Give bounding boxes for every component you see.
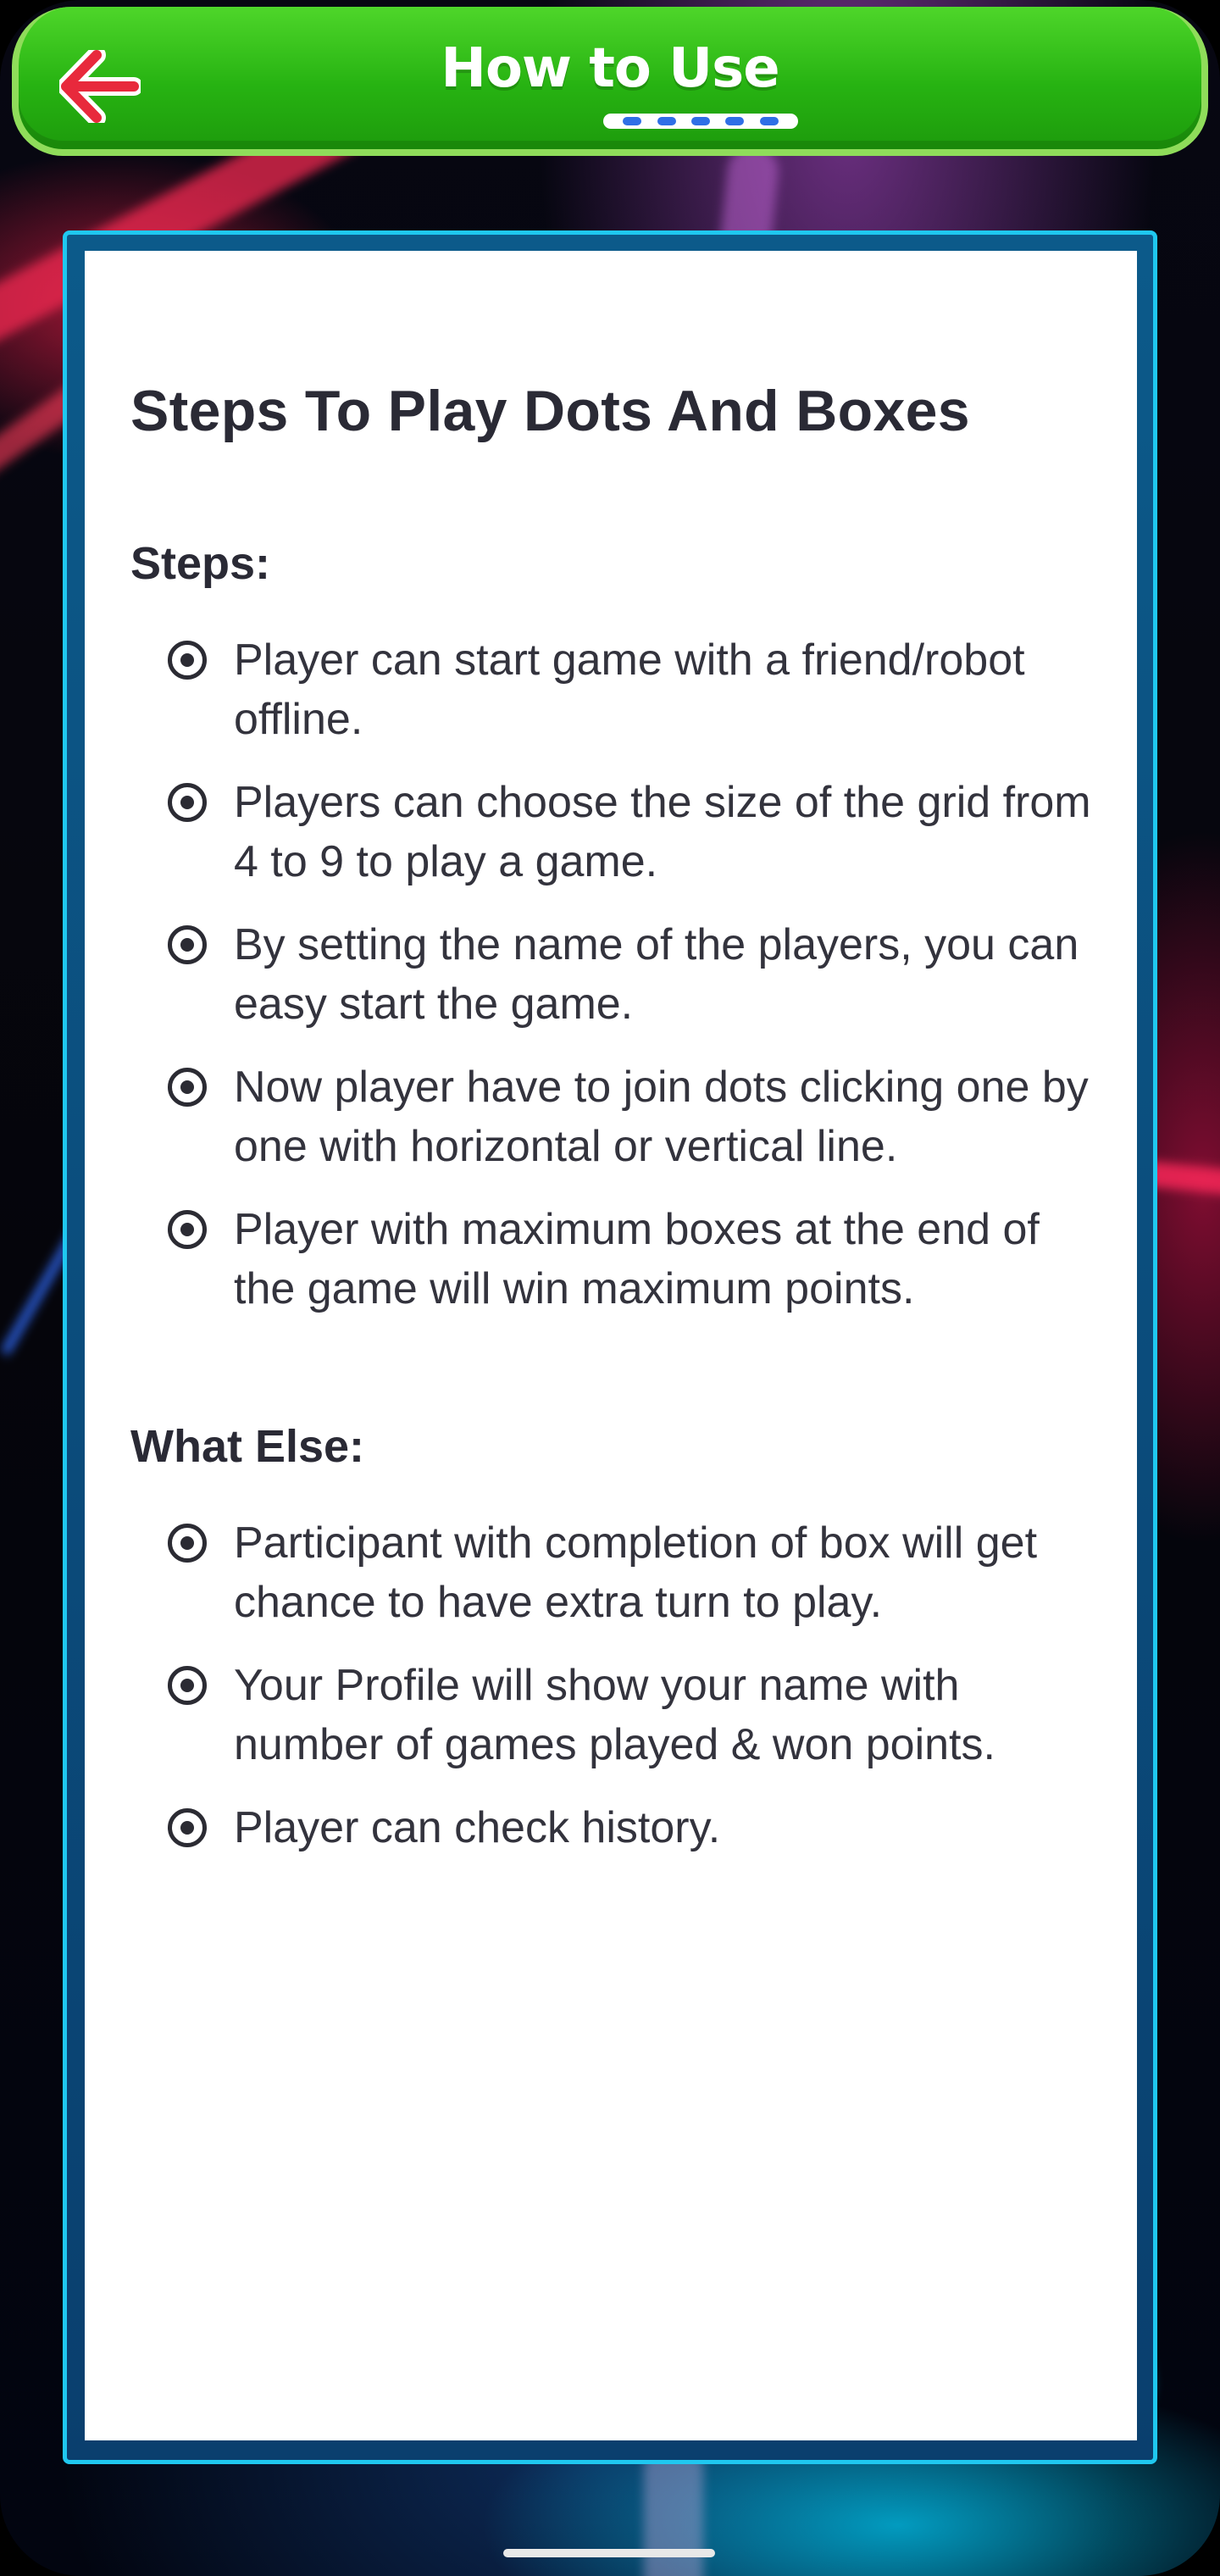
list-item: Now player have to join dots clicking on… (168, 1058, 1091, 1176)
radio-bullet-icon (168, 641, 207, 680)
instructions-heading: Steps To Play Dots And Boxes (130, 379, 970, 443)
list-item: By setting the name of the players, you … (168, 915, 1091, 1034)
radio-bullet-icon (168, 1666, 207, 1705)
list-item: Your Profile will show your name with nu… (168, 1656, 1091, 1774)
what-else-list: Participant with completion of box will … (130, 1513, 1091, 1857)
steps-section-title: Steps: (130, 538, 271, 589)
list-item: Participant with completion of box will … (168, 1513, 1091, 1632)
list-item: Player with maximum boxes at the end of … (168, 1200, 1091, 1319)
list-item: Player can start game with a friend/robo… (168, 630, 1091, 749)
list-item: Player can check history. (168, 1798, 1091, 1857)
page-title: How to Use (441, 37, 779, 100)
radio-bullet-icon (168, 925, 207, 964)
radio-bullet-icon (168, 1524, 207, 1563)
what-else-section-title: What Else: (130, 1421, 365, 1472)
home-indicator[interactable] (503, 2549, 715, 2557)
radio-bullet-icon (168, 783, 207, 822)
radio-bullet-icon (168, 1808, 207, 1847)
instructions-card: Steps To Play Dots And Boxes Steps: Play… (85, 251, 1137, 2440)
radio-bullet-icon (168, 1068, 207, 1107)
title-decoration (603, 114, 798, 129)
header-bar: How to Use (12, 7, 1208, 156)
radio-bullet-icon (168, 1210, 207, 1249)
list-item: Players can choose the size of the grid … (168, 773, 1091, 891)
steps-list: Player can start game with a friend/robo… (130, 630, 1091, 1319)
